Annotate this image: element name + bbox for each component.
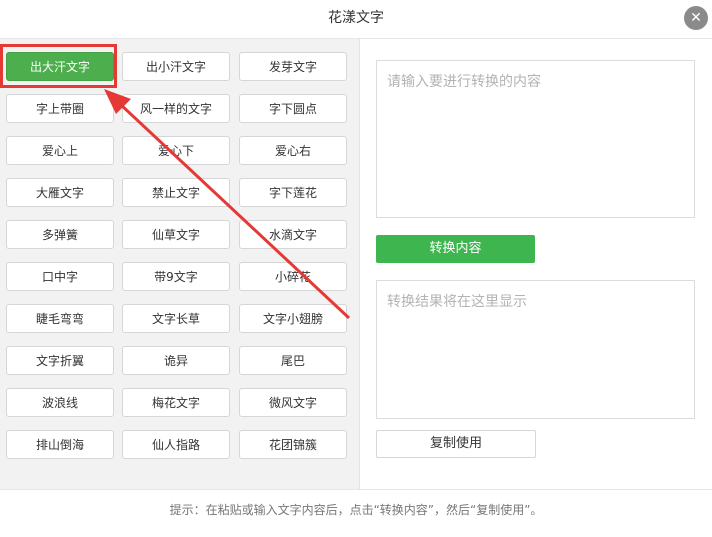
- style-button[interactable]: 排山倒海: [6, 430, 114, 459]
- style-button[interactable]: 发芽文字: [239, 52, 347, 81]
- window-title: 花漾文字: [328, 10, 384, 26]
- style-button[interactable]: 出小汗文字: [122, 52, 230, 81]
- style-button[interactable]: 字下圆点: [239, 94, 347, 123]
- style-button[interactable]: 睫毛弯弯: [6, 304, 114, 333]
- style-button[interactable]: 文字小翅膀: [239, 304, 347, 333]
- style-button[interactable]: 诡异: [122, 346, 230, 375]
- style-button[interactable]: 多弹簧: [6, 220, 114, 249]
- convert-button[interactable]: 转换内容: [376, 235, 535, 263]
- style-button[interactable]: 文字长草: [122, 304, 230, 333]
- input-textarea[interactable]: 请输入要进行转换的内容: [376, 60, 695, 218]
- style-button[interactable]: 花团锦簇: [239, 430, 347, 459]
- hint-text: 提示：在粘贴或输入文字内容后，点击“转换内容”，然后“复制使用”。: [169, 503, 543, 517]
- style-button[interactable]: 尾巴: [239, 346, 347, 375]
- style-button[interactable]: 波浪线: [6, 388, 114, 417]
- style-button[interactable]: 大雁文字: [6, 178, 114, 207]
- copy-button[interactable]: 复制使用: [376, 430, 536, 458]
- style-button[interactable]: 仙人指路: [122, 430, 230, 459]
- style-button[interactable]: 字上带圈: [6, 94, 114, 123]
- style-button[interactable]: 风一样的文字: [122, 94, 230, 123]
- style-button[interactable]: 小碎花: [239, 262, 347, 291]
- title-bar: 花漾文字 ✕: [0, 0, 712, 39]
- style-button[interactable]: 水滴文字: [239, 220, 347, 249]
- style-button[interactable]: 禁止文字: [122, 178, 230, 207]
- close-icon[interactable]: ✕: [684, 6, 708, 30]
- style-button[interactable]: 爱心下: [122, 136, 230, 165]
- style-button[interactable]: 爱心右: [239, 136, 347, 165]
- style-button[interactable]: 仙草文字: [122, 220, 230, 249]
- style-button[interactable]: 爱心上: [6, 136, 114, 165]
- footer: 提示：在粘贴或输入文字内容后，点击“转换内容”，然后“复制使用”。: [0, 489, 712, 537]
- output-placeholder: 转换结果将在这里显示: [387, 294, 527, 310]
- input-placeholder: 请输入要进行转换的内容: [387, 74, 541, 90]
- output-textarea[interactable]: 转换结果将在这里显示: [376, 280, 695, 419]
- style-button[interactable]: 梅花文字: [122, 388, 230, 417]
- style-button[interactable]: 出大汗文字: [6, 52, 114, 81]
- style-button[interactable]: 文字折翼: [6, 346, 114, 375]
- style-button[interactable]: 字下莲花: [239, 178, 347, 207]
- style-button[interactable]: 微风文字: [239, 388, 347, 417]
- style-button[interactable]: 带9文字: [122, 262, 230, 291]
- style-button[interactable]: 口中字: [6, 262, 114, 291]
